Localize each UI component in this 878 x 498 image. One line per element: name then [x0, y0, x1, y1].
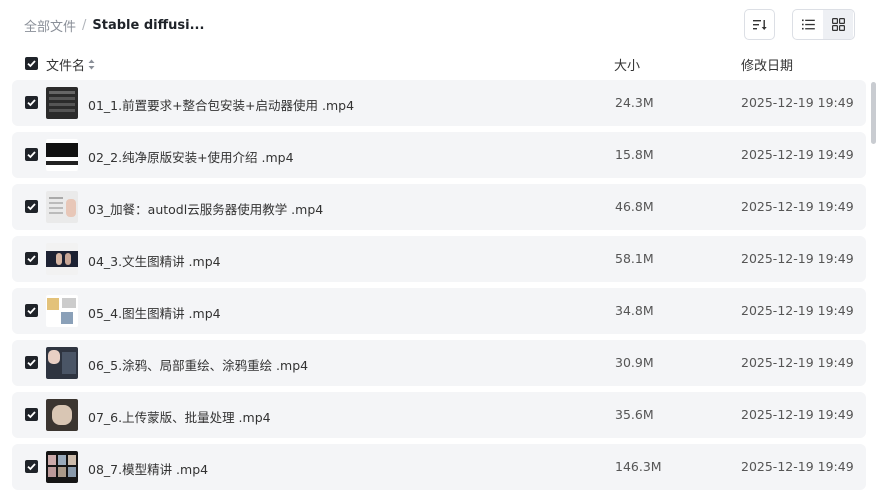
video-thumbnail — [46, 399, 78, 431]
video-thumbnail — [46, 295, 78, 327]
sort-toggle-icon — [88, 59, 95, 70]
file-row[interactable]: 02_2.纯净原版安装+使用介绍 .mp4 15.8M 2025-12-19 1… — [12, 132, 866, 178]
file-name[interactable]: 08_7.模型精讲 .mp4 — [88, 459, 208, 478]
file-modified-date: 2025-12-19 19:49 — [741, 355, 854, 370]
video-thumbnail — [46, 87, 78, 119]
file-size: 30.9M — [615, 355, 654, 370]
checkmark-icon — [27, 99, 36, 107]
row-checkbox[interactable] — [25, 96, 38, 109]
file-name[interactable]: 01_1.前置要求+整合包安装+启动器使用 .mp4 — [88, 95, 354, 114]
vertical-scrollbar[interactable] — [871, 82, 876, 144]
breadcrumb-current-folder: Stable diffusi... — [92, 18, 205, 33]
grid-view-button[interactable] — [823, 10, 853, 39]
row-checkbox[interactable] — [25, 356, 38, 369]
select-all-checkbox[interactable] — [25, 57, 38, 70]
checkmark-icon — [27, 203, 36, 211]
row-checkbox[interactable] — [25, 304, 38, 317]
row-checkbox[interactable] — [25, 200, 38, 213]
column-name-label: 文件名 — [46, 59, 86, 74]
file-size: 46.8M — [615, 199, 654, 214]
file-name[interactable]: 04_3.文生图精讲 .mp4 — [88, 251, 221, 270]
file-row[interactable]: 04_3.文生图精讲 .mp4 58.1M 2025-12-19 19:49 — [12, 236, 866, 282]
file-size: 34.8M — [615, 303, 654, 318]
checkmark-icon — [27, 359, 36, 367]
file-name[interactable]: 06_5.涂鸦、局部重绘、涂鸦重绘 .mp4 — [88, 355, 308, 374]
file-modified-date: 2025-12-19 19:49 — [741, 199, 854, 214]
video-thumbnail — [46, 139, 78, 171]
file-name[interactable]: 05_4.图生图精讲 .mp4 — [88, 303, 221, 322]
checkmark-icon — [27, 307, 36, 315]
file-row[interactable]: 01_1.前置要求+整合包安装+启动器使用 .mp4 24.3M 2025-12… — [12, 80, 866, 126]
file-size: 58.1M — [615, 251, 654, 266]
top-bar: 全部文件 / Stable diffusi... — [0, 0, 878, 48]
checkmark-icon — [27, 411, 36, 419]
row-checkbox[interactable] — [25, 252, 38, 265]
file-list-header: 文件名 大小 修改日期 — [0, 52, 878, 76]
checkmark-icon — [27, 463, 36, 471]
file-modified-date: 2025-12-19 19:49 — [741, 95, 854, 110]
column-header-size[interactable]: 大小 — [614, 55, 640, 74]
file-size: 146.3M — [615, 459, 662, 474]
row-checkbox[interactable] — [25, 460, 38, 473]
video-thumbnail — [46, 243, 78, 275]
file-modified-date: 2025-12-19 19:49 — [741, 251, 854, 266]
column-header-date[interactable]: 修改日期 — [741, 55, 793, 74]
file-size: 35.6M — [615, 407, 654, 422]
video-thumbnail — [46, 191, 78, 223]
file-modified-date: 2025-12-19 19:49 — [741, 147, 854, 162]
column-header-name[interactable]: 文件名 — [46, 55, 95, 74]
file-row[interactable]: 06_5.涂鸦、局部重绘、涂鸦重绘 .mp4 30.9M 2025-12-19 … — [12, 340, 866, 386]
breadcrumb-separator: / — [82, 18, 87, 33]
file-modified-date: 2025-12-19 19:49 — [741, 407, 854, 422]
checkmark-icon — [27, 60, 36, 68]
file-size: 24.3M — [615, 95, 654, 110]
row-checkbox[interactable] — [25, 408, 38, 421]
file-row[interactable]: 07_6.上传蒙版、批量处理 .mp4 35.6M 2025-12-19 19:… — [12, 392, 866, 438]
sort-button[interactable] — [744, 9, 775, 40]
video-thumbnail — [46, 347, 78, 379]
list-view-button[interactable] — [793, 10, 823, 39]
file-name[interactable]: 07_6.上传蒙版、批量处理 .mp4 — [88, 407, 271, 426]
row-checkbox[interactable] — [25, 148, 38, 161]
checkmark-icon — [27, 255, 36, 263]
file-row[interactable]: 03_加餐：autodl云服务器使用教学 .mp4 46.8M 2025-12-… — [12, 184, 866, 230]
view-toggle-group — [792, 9, 855, 40]
breadcrumb-root-link[interactable]: 全部文件 — [24, 16, 76, 35]
file-row[interactable]: 05_4.图生图精讲 .mp4 34.8M 2025-12-19 19:49 — [12, 288, 866, 334]
grid-view-icon — [831, 18, 845, 31]
file-name[interactable]: 03_加餐：autodl云服务器使用教学 .mp4 — [88, 199, 323, 218]
file-size: 15.8M — [615, 147, 654, 162]
file-name[interactable]: 02_2.纯净原版安装+使用介绍 .mp4 — [88, 147, 294, 166]
video-thumbnail — [46, 451, 78, 483]
file-row[interactable]: 08_7.模型精讲 .mp4 146.3M 2025-12-19 19:49 — [12, 444, 866, 490]
list-view-icon — [801, 19, 815, 30]
sort-lines-icon — [752, 19, 767, 30]
file-modified-date: 2025-12-19 19:49 — [741, 303, 854, 318]
file-modified-date: 2025-12-19 19:49 — [741, 459, 854, 474]
breadcrumb: 全部文件 / Stable diffusi... — [24, 16, 204, 35]
checkmark-icon — [27, 151, 36, 159]
